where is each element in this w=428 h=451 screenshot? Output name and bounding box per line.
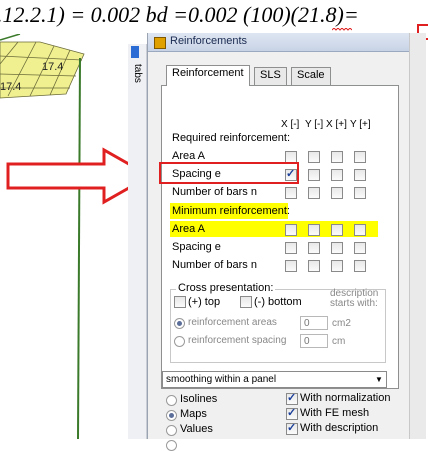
fe-mesh-label: With FE mesh xyxy=(300,407,370,419)
pin-icon[interactable] xyxy=(131,46,139,58)
maps-label: Maps xyxy=(180,408,207,420)
tab-scale[interactable]: Scale xyxy=(291,67,331,85)
dropdown-arrow-icon[interactable]: ▼ xyxy=(372,372,386,387)
req-area-y-neg-checkbox[interactable] xyxy=(308,151,320,163)
spacing-value-input[interactable]: 0 xyxy=(300,334,328,348)
isolines-label: Isolines xyxy=(180,393,218,405)
req-area-label: Area A xyxy=(172,150,206,162)
bottom-label: (-) bottom xyxy=(254,296,302,308)
req-bars-x-neg-checkbox[interactable] xyxy=(285,187,297,199)
cross-presentation-title: Cross presentation: xyxy=(176,282,276,294)
spacing-radio[interactable] xyxy=(174,336,185,347)
min-spacing-label: Spacing e xyxy=(172,241,221,253)
panel-titlebar: Reinforcements xyxy=(148,33,410,52)
top-checkbox[interactable] xyxy=(174,296,186,308)
normalization-checkbox[interactable] xyxy=(286,391,298,405)
spacing-option-label: reinforcement spacing xyxy=(188,335,287,346)
spellcheck-underline xyxy=(332,28,352,31)
req-bars-y-pos-checkbox[interactable] xyxy=(354,187,366,199)
reinforcement-icon xyxy=(154,37,166,49)
min-area-x-neg-checkbox[interactable] xyxy=(285,224,297,236)
min-area-x-pos-checkbox[interactable] xyxy=(331,224,343,236)
min-bars-x-pos-checkbox[interactable] xyxy=(331,260,343,272)
req-bars-label: Number of bars n xyxy=(172,186,257,198)
areas-value-input[interactable]: 0 xyxy=(300,316,328,330)
values-radio[interactable] xyxy=(166,425,177,436)
tab-sls[interactable]: SLS xyxy=(254,67,287,85)
fe-mesh-checkbox[interactable] xyxy=(286,406,298,420)
description-checkbox[interactable] xyxy=(286,421,298,435)
min-area-label: Area A xyxy=(172,223,206,235)
smoothing-select[interactable]: smoothing within a panel ▼ xyxy=(162,371,387,388)
side-tab-label[interactable]: tabs xyxy=(132,64,143,83)
bottom-checkbox[interactable] xyxy=(240,296,252,308)
min-area-y-neg-checkbox[interactable] xyxy=(308,224,320,236)
values-label: Values xyxy=(180,423,213,435)
column-header: X [-] xyxy=(281,119,300,130)
column-header: Y [+] xyxy=(350,119,371,130)
column-header: Y [-] xyxy=(305,119,324,130)
min-bars-y-pos-checkbox[interactable] xyxy=(354,260,366,272)
column-header: X [+] xyxy=(326,119,347,130)
min-bars-x-neg-checkbox[interactable] xyxy=(285,260,297,272)
min-spacing-x-pos-checkbox[interactable] xyxy=(331,242,343,254)
min-spacing-x-neg-checkbox[interactable] xyxy=(285,242,297,254)
model-viewport[interactable]: 17.4 17.4 xyxy=(0,34,122,439)
maps-radio[interactable] xyxy=(166,410,177,421)
mesh-value: 17.4 xyxy=(42,61,63,73)
description-line: starts with: xyxy=(330,298,378,309)
smoothing-value: smoothing within a panel xyxy=(166,374,277,385)
req-area-x-pos-checkbox[interactable] xyxy=(331,151,343,163)
minimum-heading: Minimum reinforcement: xyxy=(172,205,290,217)
req-spacing-x-neg-checkbox[interactable] xyxy=(285,167,297,181)
req-spacing-y-pos-checkbox[interactable] xyxy=(354,169,366,181)
top-label: (+) top xyxy=(188,296,221,308)
areas-radio[interactable] xyxy=(174,318,185,329)
reinforcements-panel: Reinforcements Reinforcement SLS Scale X… xyxy=(147,33,410,451)
areas-unit: cm2 xyxy=(332,318,351,329)
req-bars-y-neg-checkbox[interactable] xyxy=(308,187,320,199)
req-spacing-y-neg-checkbox[interactable] xyxy=(308,169,320,181)
extra-radio[interactable] xyxy=(166,440,177,451)
min-spacing-y-pos-checkbox[interactable] xyxy=(354,242,366,254)
description-label: description starts with: xyxy=(330,289,378,309)
min-bars-y-neg-checkbox[interactable] xyxy=(308,260,320,272)
req-bars-x-pos-checkbox[interactable] xyxy=(331,187,343,199)
min-spacing-y-neg-checkbox[interactable] xyxy=(308,242,320,254)
vertical-scrollbar[interactable] xyxy=(409,33,426,439)
with-description-label: With description xyxy=(300,422,379,434)
min-bars-label: Number of bars n xyxy=(172,259,257,271)
req-area-y-pos-checkbox[interactable] xyxy=(354,151,366,163)
areas-label: reinforcement areas xyxy=(188,317,277,328)
formula-text: .12.2.1) = 0.002 bd =0.002 (100)(21.8)= xyxy=(0,0,428,34)
required-heading: Required reinforcement: xyxy=(172,132,291,144)
tab-reinforcement[interactable]: Reinforcement xyxy=(166,65,250,86)
panel-title: Reinforcements xyxy=(170,35,248,47)
side-tab-strip: tabs xyxy=(128,44,147,439)
min-area-y-pos-checkbox[interactable] xyxy=(354,224,366,236)
mesh-value: 17.4 xyxy=(0,81,21,93)
spacing-unit: cm xyxy=(332,336,346,347)
isolines-radio[interactable] xyxy=(166,395,177,406)
formula-content: .12.2.1) = 0.002 bd =0.002 (100)(21.8)= xyxy=(0,2,359,27)
req-spacing-label: Spacing e xyxy=(172,168,221,180)
normalization-label: With normalization xyxy=(300,392,391,404)
req-spacing-x-pos-checkbox[interactable] xyxy=(331,169,343,181)
